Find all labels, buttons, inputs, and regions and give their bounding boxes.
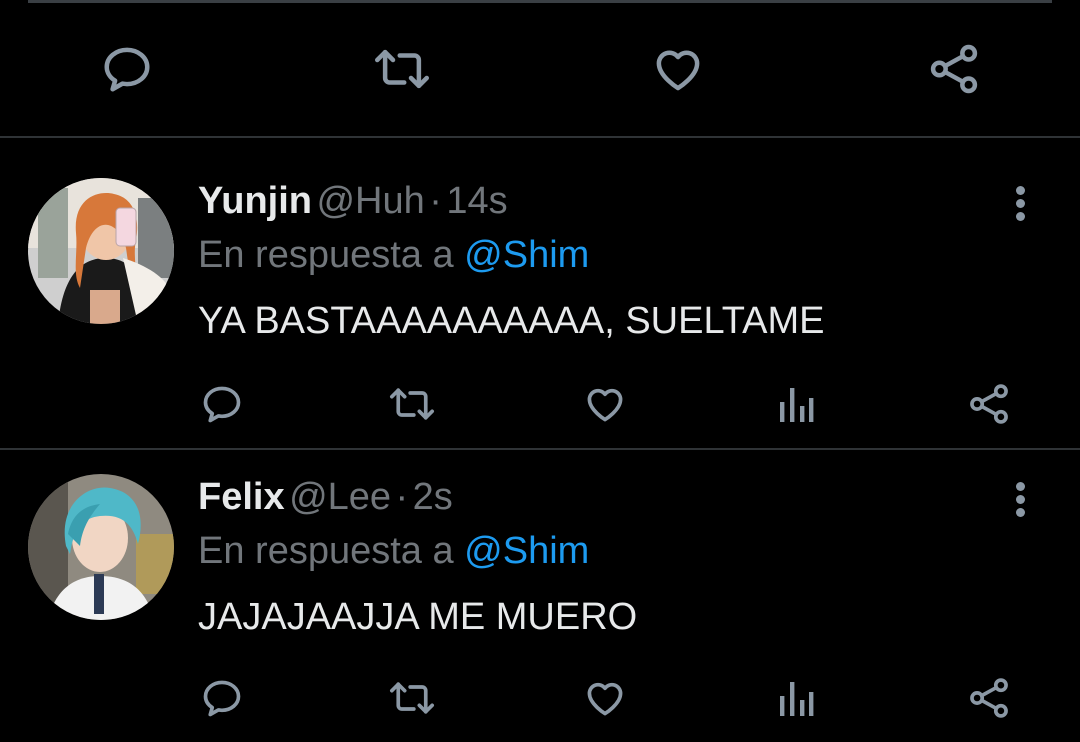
like-icon[interactable] [650,42,706,96]
more-options-icon[interactable] [1016,482,1028,521]
divider [0,136,1080,138]
meta-separator: · [395,476,409,518]
user-handle[interactable]: @Huh [316,180,424,222]
share-icon[interactable] [966,382,1012,426]
timestamp[interactable]: 2s [413,476,453,518]
timestamp[interactable]: 14s [446,180,507,222]
more-options-icon[interactable] [1016,186,1028,225]
analytics-icon[interactable] [776,676,816,720]
display-name[interactable]: Yunjin [198,180,312,222]
retweet-icon[interactable] [370,42,434,96]
share-icon[interactable] [966,676,1012,720]
reply-mention[interactable]: @Shim [464,234,589,276]
retweet-icon[interactable] [386,676,438,720]
reply-icon[interactable] [200,382,244,426]
retweet-icon[interactable] [386,382,438,426]
meta-separator: · [429,180,442,222]
avatar[interactable] [28,178,174,324]
reply-context: En respuesta a @Shim [198,530,589,573]
reply-context: En respuesta a @Shim [198,234,589,277]
avatar[interactable] [28,474,174,620]
analytics-icon[interactable] [776,382,816,426]
tweet-text: YA BASTAAAAAAAAAA, SUELTAME [198,300,825,342]
tweet-text: JAJAJAAJJA ME MUERO [198,596,638,638]
user-handle[interactable]: @Lee [289,476,391,518]
top-divider [28,0,1052,3]
reply-icon[interactable] [200,676,244,720]
reply-mention[interactable]: @Shim [464,530,589,572]
reply-prefix: En respuesta a [198,530,454,572]
reply-icon[interactable] [100,42,154,96]
like-icon[interactable] [582,382,628,426]
divider [0,448,1080,450]
like-icon[interactable] [582,676,628,720]
display-name[interactable]: Felix [198,476,285,518]
reply-prefix: En respuesta a [198,234,454,276]
share-icon[interactable] [926,42,982,96]
